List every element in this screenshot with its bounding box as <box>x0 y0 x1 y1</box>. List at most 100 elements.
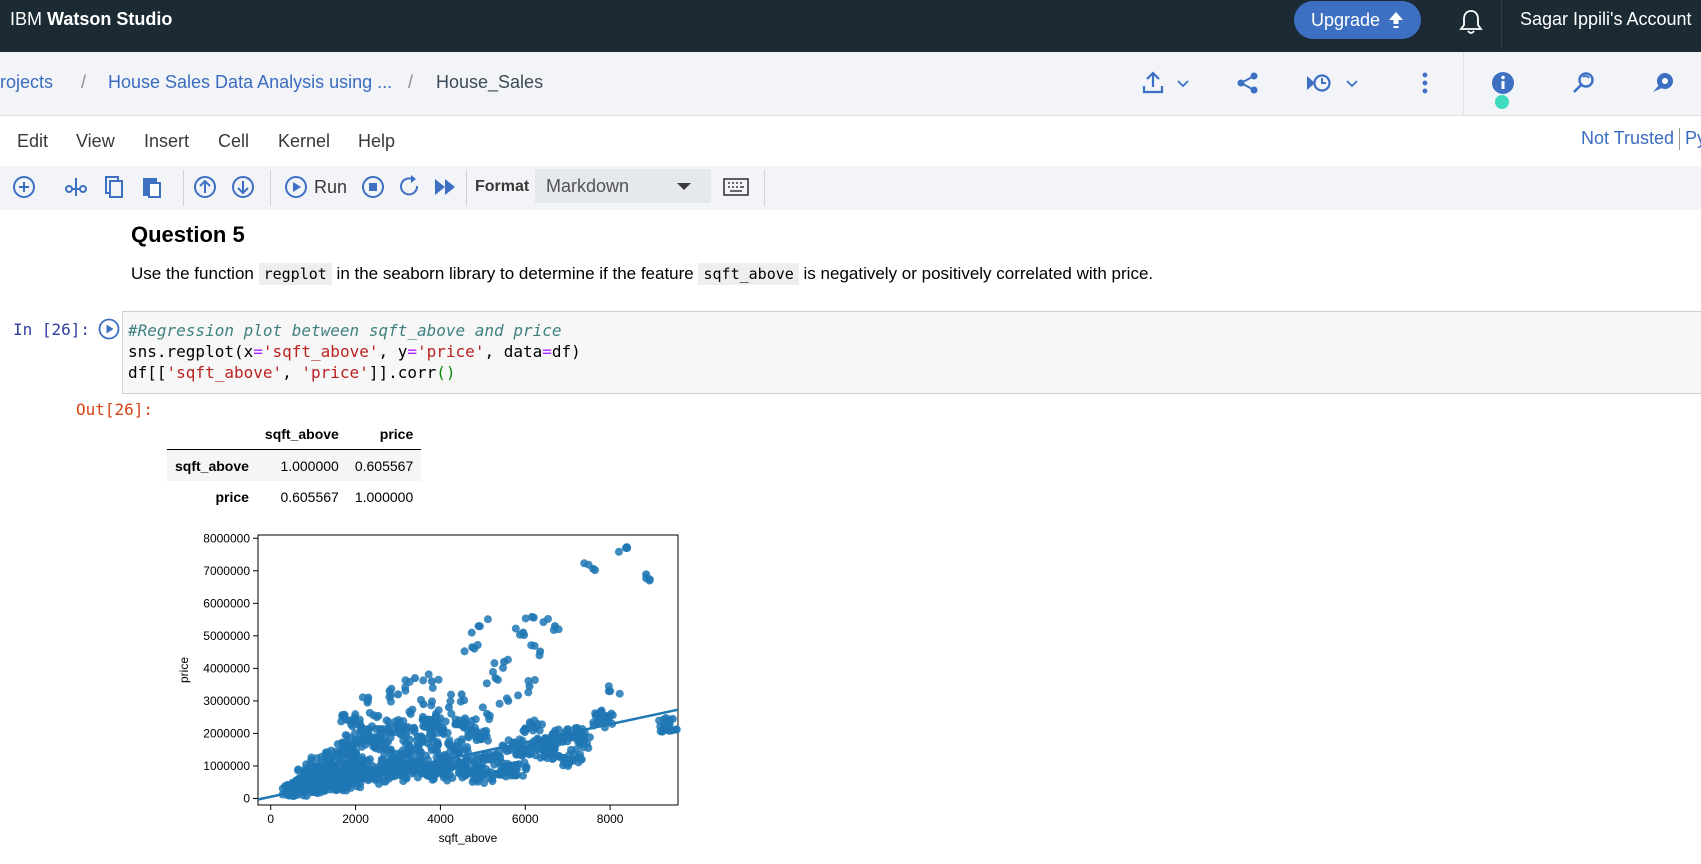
scatter-point <box>338 765 347 774</box>
scatter-point <box>576 739 585 748</box>
info-icon[interactable] <box>1490 70 1516 96</box>
scatter-point <box>447 690 456 699</box>
code-token: 'sqft_above' <box>262 342 379 361</box>
move-up-icon[interactable] <box>192 174 218 200</box>
breadcrumb-notebook: House_Sales <box>436 72 544 92</box>
scatter-point <box>304 778 313 787</box>
copy-icon[interactable] <box>101 174 127 200</box>
scatter-point <box>514 691 523 700</box>
code-token: sns.regplot(x <box>128 342 254 361</box>
toolbar-separator <box>183 170 184 206</box>
scatter-point <box>476 764 485 773</box>
upload-arrow-icon <box>1389 12 1404 28</box>
scatter-point <box>483 615 492 624</box>
scatter-point <box>343 745 352 754</box>
stop-icon[interactable] <box>360 174 386 200</box>
scatter-point <box>406 709 415 718</box>
code-editor[interactable]: #Regression plot between sqft_above and … <box>122 311 1701 394</box>
menu-edit[interactable]: Edit <box>17 131 48 152</box>
scatter-point <box>471 715 480 724</box>
scatter-point <box>424 670 433 679</box>
chat-assistant-icon[interactable] <box>1650 70 1676 96</box>
scatter-point <box>665 720 674 729</box>
scatter-point <box>385 722 394 731</box>
kernel-status-dot <box>1495 95 1509 109</box>
run-button-label[interactable]: Run <box>314 177 347 198</box>
y-tick-label: 4000000 <box>203 661 250 675</box>
scatter-point <box>525 682 534 691</box>
y-tick-label: 7000000 <box>203 564 250 578</box>
scatter-point <box>623 544 632 553</box>
scatter-point <box>377 739 386 748</box>
scatter-point <box>364 729 373 738</box>
scatter-point <box>538 740 547 749</box>
scatter-point <box>599 716 608 725</box>
scatter-point <box>395 726 404 735</box>
code-token: ]].corr <box>368 363 437 382</box>
table-corner <box>167 418 257 450</box>
kernel-name[interactable]: Py <box>1685 128 1701 149</box>
scatter-point <box>428 775 437 784</box>
schedule-history-icon[interactable] <box>1305 70 1361 96</box>
scatter-point <box>491 674 500 683</box>
keyboard-shortcuts-icon[interactable] <box>723 178 749 196</box>
scatter-point <box>487 755 496 764</box>
scatter-point <box>372 713 381 722</box>
insert-cell-icon[interactable] <box>11 174 37 200</box>
scatter-point <box>495 699 504 708</box>
inline-code: sqft_above <box>698 263 799 285</box>
scatter-point <box>512 750 521 759</box>
cut-icon[interactable] <box>63 174 89 200</box>
move-down-icon[interactable] <box>230 174 256 200</box>
toolbar-separator <box>764 170 765 206</box>
breadcrumb-project[interactable]: House Sales Data Analysis using ... <box>108 72 392 93</box>
table-row-header: price <box>215 488 249 505</box>
scatter-point <box>451 715 460 724</box>
cell-format-dropdown[interactable]: Markdown <box>535 169 711 203</box>
find-replace-icon[interactable] <box>1571 70 1597 96</box>
brand-logo[interactable]: IBM Watson Studio <box>10 9 172 30</box>
menu-view[interactable]: View <box>76 131 115 152</box>
scatter-point <box>427 716 436 725</box>
menu-cell[interactable]: Cell <box>218 131 249 152</box>
scatter-point <box>490 659 499 668</box>
scatter-point <box>550 622 559 631</box>
scatter-point <box>466 768 475 777</box>
breadcrumb-projects[interactable]: rojects <box>0 72 53 93</box>
scatter-point <box>444 739 453 748</box>
scatter-point <box>478 771 487 780</box>
code-token: df[[ <box>128 363 167 382</box>
not-trusted-indicator[interactable]: Not Trusted <box>1581 128 1674 149</box>
notification-bell-icon[interactable] <box>1457 8 1485 36</box>
menu-help[interactable]: Help <box>358 131 395 152</box>
menu-kernel[interactable]: Kernel <box>278 131 330 152</box>
run-cell-icon[interactable] <box>98 318 120 340</box>
more-options-icon[interactable] <box>1412 70 1438 96</box>
scatter-point <box>536 753 545 762</box>
x-tick-label: 6000 <box>512 812 539 826</box>
run-all-icon[interactable] <box>433 174 459 200</box>
account-menu[interactable]: Sagar Ippili's Account <box>1520 9 1692 30</box>
menu-insert[interactable]: Insert <box>144 131 189 152</box>
scatter-point <box>487 768 496 777</box>
scatter-point <box>433 746 442 755</box>
question-heading: Question 5 <box>131 222 245 247</box>
scatter-point <box>457 690 466 699</box>
notebook-toolbar: Run Format Markdown <box>0 166 1701 210</box>
paste-icon[interactable] <box>139 174 165 200</box>
input-prompt: In [26]: <box>13 320 91 339</box>
run-icon[interactable] <box>283 174 309 200</box>
share-icon[interactable] <box>1235 70 1261 96</box>
export-icon[interactable] <box>1140 70 1192 96</box>
scatter-point <box>470 758 479 767</box>
x-ticks: 0 2000 4000 6000 8000 <box>267 805 624 826</box>
scatter-point <box>396 770 405 779</box>
scatter-point <box>294 765 303 774</box>
scatter-point <box>401 676 410 685</box>
scatter-point <box>543 614 552 623</box>
scatter-point <box>614 547 623 556</box>
upgrade-button[interactable]: Upgrade <box>1294 1 1421 39</box>
x-axis-label: sqft_above <box>439 831 498 845</box>
restart-kernel-icon[interactable] <box>397 174 423 200</box>
scatter-point <box>530 743 539 752</box>
